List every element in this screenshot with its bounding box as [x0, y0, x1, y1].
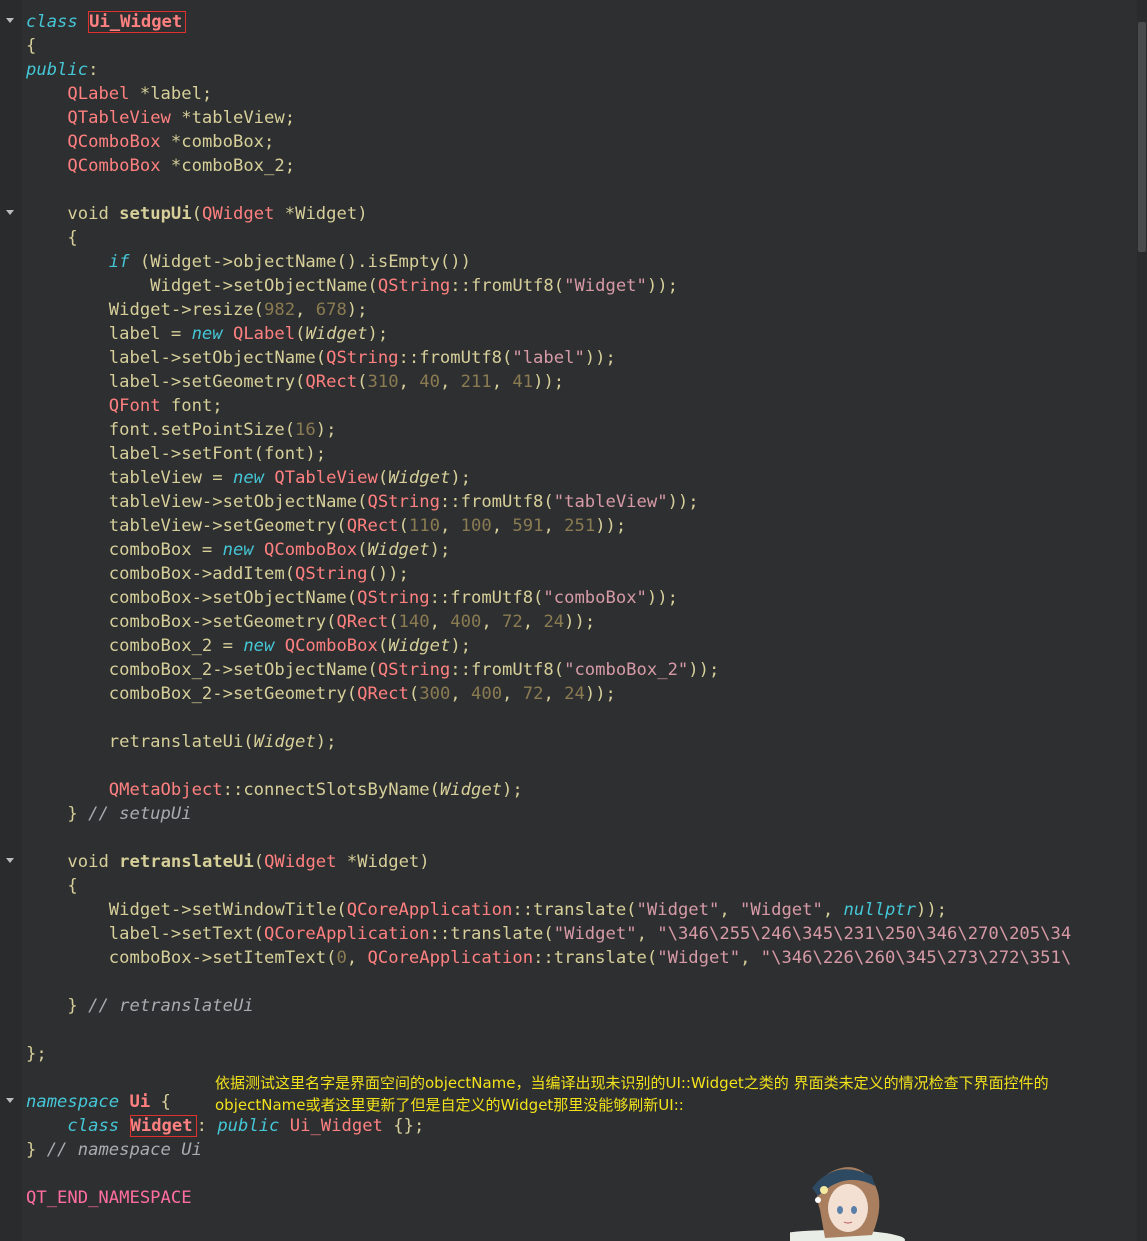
line-gutter [0, 0, 22, 1241]
code-line: } // setupUi [26, 804, 192, 824]
code-editor[interactable]: class Ui_Widget { public: QLabel *label;… [0, 0, 1147, 1241]
code-line: QComboBox *comboBox_2; [67, 156, 296, 176]
code-line: tableView->setGeometry(QRect(110, 100, 5… [26, 516, 627, 536]
code-line: label = new QLabel(Widget); [26, 324, 389, 344]
code-line: label->setObjectName(QString::fromUtf8("… [26, 348, 616, 368]
code-line: retranslateUi(Widget); [26, 732, 337, 752]
code-line: Widget->resize(982, 678); [26, 300, 368, 320]
code-line: } // retranslateUi [26, 996, 254, 1016]
code-line: font.setPointSize(16); [26, 420, 337, 440]
code-line: { [26, 228, 78, 248]
fold-arrow-icon[interactable] [6, 210, 14, 215]
fold-arrow-icon[interactable] [6, 858, 14, 863]
code-line: comboBox->setGeometry(QRect(140, 400, 72… [26, 612, 596, 632]
fold-arrow-icon[interactable] [6, 18, 14, 23]
vertical-scrollbar[interactable] [1137, 0, 1147, 1241]
code-line: comboBox_2->setObjectName(QString::fromU… [26, 660, 720, 680]
code-line: comboBox_2 = new QComboBox(Widget); [26, 636, 472, 656]
code-line: void setupUi(QWidget *Widget) [67, 204, 368, 224]
code-line: QFont font; [108, 396, 223, 416]
code-line: if (Widget->objectName().isEmpty()) [108, 252, 471, 272]
code-line: QTableView *tableView; [67, 108, 296, 128]
scrollbar-thumb[interactable] [1138, 22, 1146, 252]
code-line: tableView->setObjectName(QString::fromUt… [26, 492, 699, 512]
code-line: QLabel *label; [67, 84, 213, 104]
code-line: class Ui_Widget [26, 10, 1147, 34]
fold-arrow-icon[interactable] [6, 1098, 14, 1103]
code-line: public: [26, 60, 99, 80]
code-line: tableView = new QTableView(Widget); [26, 468, 472, 488]
code-line: comboBox = new QComboBox(Widget); [26, 540, 451, 560]
annotation-note: 依据测试这里名字是界面空间的objectName，当编译出现未识别的UI::Wi… [215, 1072, 1115, 1116]
code-line: }; [26, 1044, 47, 1064]
code-line: comboBox_2->setGeometry(QRect(300, 400, … [26, 684, 616, 704]
mascot-character-icon [790, 1167, 905, 1241]
code-line: comboBox->addItem(QString()); [26, 564, 409, 584]
code-line: QMetaObject::connectSlotsByName(Widget); [108, 780, 523, 800]
code-line: QT_END_NAMESPACE [26, 1188, 192, 1208]
code-line: class Widget: public Ui_Widget {}; [67, 1115, 425, 1137]
code-line: void retranslateUi(QWidget *Widget) [67, 852, 430, 872]
code-line: { [26, 36, 37, 56]
annotation-line: 依据测试这里名字是界面空间的objectName，当编译出现未识别的UI::Wi… [215, 1074, 1049, 1092]
code-text[interactable]: class Ui_Widget { public: QLabel *label;… [26, 10, 1147, 1210]
code-line: comboBox->setObjectName(QString::fromUtf… [26, 588, 678, 608]
code-line: label->setText(QCoreApplication::transla… [26, 924, 1072, 944]
code-line: } // namespace Ui [26, 1140, 202, 1160]
code-line: label->setFont(font); [26, 444, 327, 464]
code-line: label->setGeometry(QRect(310, 40, 211, 4… [26, 372, 565, 392]
annotation-line: objectName或者这里更新了但是自定义的Widget那里没能够刷新UI:: [215, 1096, 684, 1114]
code-line: QComboBox *comboBox; [67, 132, 275, 152]
code-line: { [26, 876, 78, 896]
code-line: Widget->setObjectName(QString::fromUtf8(… [26, 276, 678, 296]
code-line: comboBox->setItemText(0, QCoreApplicatio… [26, 948, 1072, 968]
code-line: Widget->setWindowTitle(QCoreApplication:… [26, 900, 948, 920]
